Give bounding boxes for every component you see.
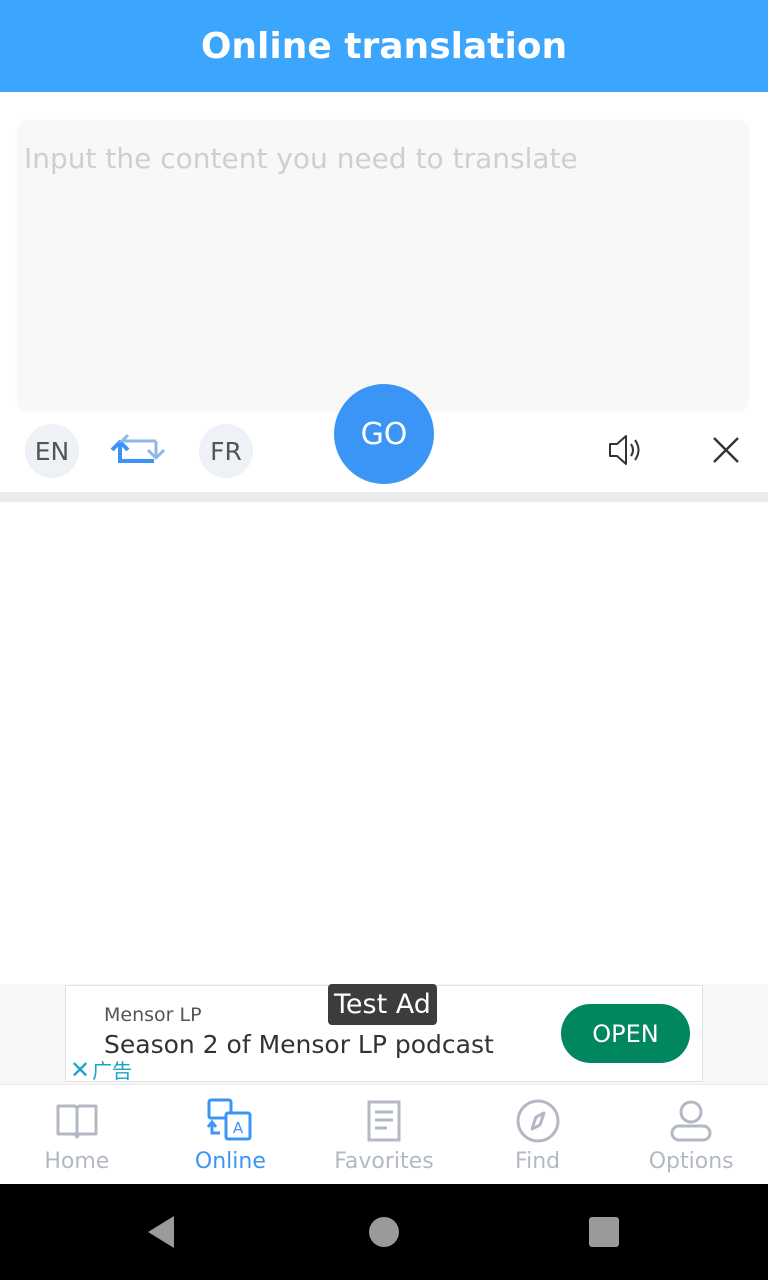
- back-icon[interactable]: [146, 1214, 176, 1250]
- swap-languages-button[interactable]: [108, 428, 168, 474]
- svg-text:A: A: [233, 1119, 244, 1137]
- nav-label-favorites: Favorites: [334, 1149, 434, 1174]
- book-icon: [53, 1097, 101, 1145]
- ad-open-button[interactable]: OPEN: [561, 1004, 690, 1063]
- translation-input[interactable]: [18, 120, 748, 410]
- ad-advertiser: Mensor LP: [104, 1004, 202, 1026]
- source-language-button[interactable]: EN: [25, 424, 79, 478]
- translation-result-area: [0, 502, 768, 984]
- ad-close-label: 广告: [92, 1059, 133, 1083]
- swap-arrows-icon: [110, 433, 166, 463]
- home-circle-icon[interactable]: [369, 1217, 399, 1247]
- translate-icon: A: [206, 1097, 254, 1145]
- nav-item-find[interactable]: Find: [461, 1085, 615, 1184]
- section-divider: [0, 492, 768, 502]
- nav-item-online[interactable]: A Online: [154, 1085, 308, 1184]
- speaker-icon: [609, 435, 640, 465]
- ad-close-button[interactable]: ✕ 广告: [70, 1055, 132, 1084]
- nav-item-options[interactable]: Options: [614, 1085, 768, 1184]
- close-icon: [713, 437, 739, 463]
- nav-label-online: Online: [194, 1149, 266, 1174]
- nav-label-home: Home: [44, 1149, 110, 1174]
- recent-apps-icon[interactable]: [589, 1217, 619, 1247]
- go-button[interactable]: GO: [334, 384, 434, 484]
- clear-button[interactable]: [706, 430, 746, 470]
- compass-icon: [514, 1097, 562, 1145]
- user-icon: [667, 1097, 715, 1145]
- page-title: Online translation: [200, 25, 568, 67]
- ad-headline[interactable]: Season 2 of Mensor LP podcast: [104, 1030, 494, 1059]
- test-ad-label: Test Ad: [328, 984, 437, 1025]
- nav-item-favorites[interactable]: Favorites: [307, 1085, 461, 1184]
- target-language-button[interactable]: FR: [199, 424, 253, 478]
- translation-input-card: [18, 120, 748, 410]
- bottom-navigation: Home A Online Favorites Find Options: [0, 1084, 768, 1184]
- document-icon: [360, 1097, 408, 1145]
- speak-button[interactable]: [604, 428, 648, 472]
- nav-label-find: Find: [515, 1149, 561, 1174]
- app-bar: Online translation: [0, 0, 768, 92]
- nav-item-home[interactable]: Home: [0, 1085, 154, 1184]
- nav-label-options: Options: [648, 1149, 734, 1174]
- ad-close-icon: ✕: [70, 1055, 91, 1084]
